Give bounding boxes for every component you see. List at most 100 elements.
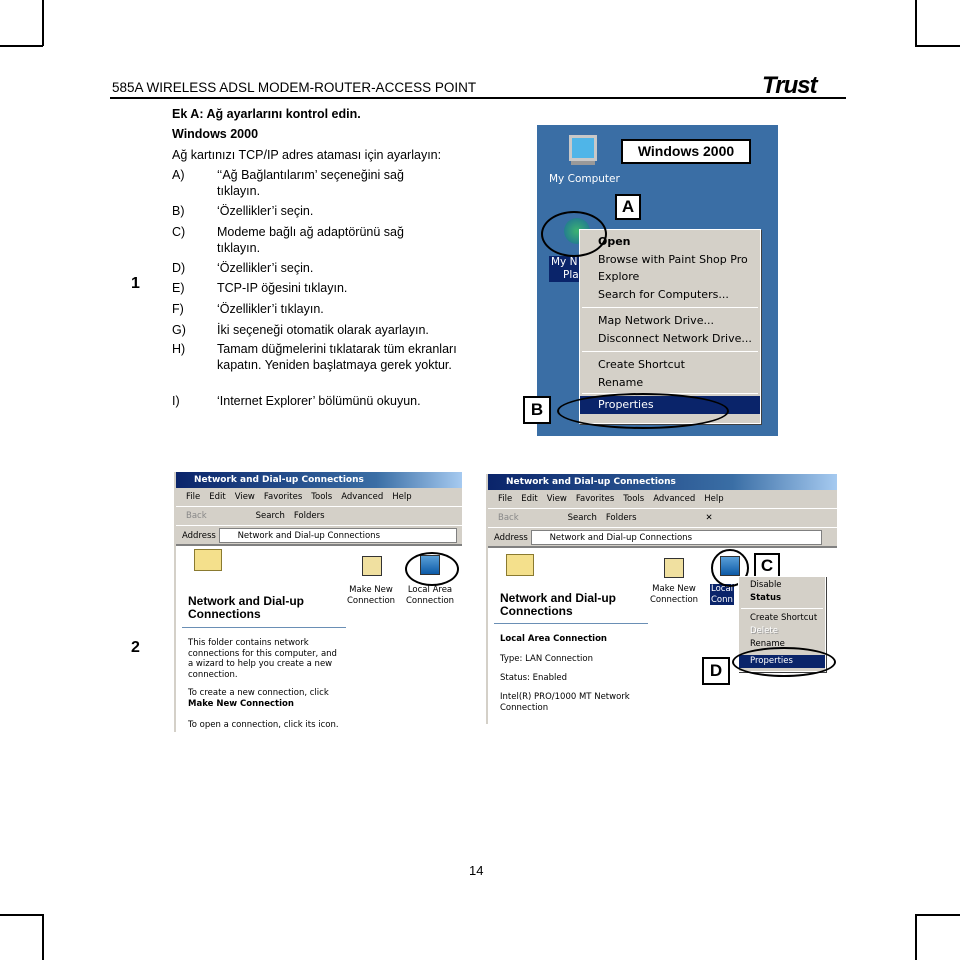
label-line: My N: [551, 256, 578, 268]
section-heading: Ek A: Ağ ayarlarını kontrol edin.: [172, 107, 361, 121]
info-status: Status: Enabled: [500, 673, 567, 683]
explorer-window-2: Network and Dial-up Connections File Edit…: [486, 474, 837, 724]
step-label: F): [172, 302, 184, 316]
step-text: Modeme bağlı ağ adaptörünü sağ tıklayın.: [217, 225, 404, 255]
icon-label: Make New Connection: [346, 585, 396, 606]
crop-mark: [915, 0, 917, 46]
callout-b: B: [523, 396, 551, 424]
menu-item-create-shortcut[interactable]: Create Shortcut: [580, 356, 760, 374]
menu-advanced[interactable]: Advanced: [653, 494, 695, 504]
menu-item-explore[interactable]: Explore: [580, 268, 760, 286]
step-label: B): [172, 204, 185, 218]
window-title: Network and Dial-up Connections: [488, 474, 837, 490]
make-new-connection-icon[interactable]: [664, 558, 684, 578]
menu-item-disconnect-drive[interactable]: Disconnect Network Drive...: [580, 330, 760, 348]
step-text: İki seçeneği otomatik olarak ayarlayın.: [217, 323, 429, 337]
step-text: ‘‘Ağ Bağlantılarım’ seçeneğini sağ tıkla…: [217, 168, 404, 198]
make-new-connection-icon[interactable]: [362, 556, 382, 576]
menu-tools[interactable]: Tools: [623, 494, 644, 504]
toolbar: Back Search Folders ✕: [488, 509, 837, 528]
step-text: Tamam düğmelerini tıklatarak tüm ekranla…: [217, 342, 457, 372]
menu-file[interactable]: File: [498, 494, 512, 504]
crop-mark: [42, 0, 44, 46]
section-number: 1: [131, 275, 140, 292]
label-line: Conn: [711, 594, 733, 605]
menu-item-create-shortcut[interactable]: Create Shortcut: [739, 612, 825, 625]
step-text: ‘Özellikler’i seçin.: [217, 261, 314, 275]
toolbar: Back Search Folders: [176, 507, 462, 526]
menu-file[interactable]: File: [186, 492, 200, 502]
callout-d: D: [702, 657, 730, 685]
menu-item-delete: Delete: [750, 626, 778, 636]
menu-view[interactable]: View: [235, 492, 255, 502]
menu-item-browse[interactable]: Browse with Paint Shop Pro: [580, 251, 760, 269]
menu-favorites[interactable]: Favorites: [576, 494, 614, 504]
menu-edit[interactable]: Edit: [521, 494, 537, 504]
info-type: Type: LAN Connection: [500, 654, 593, 664]
crop-mark: [915, 45, 960, 47]
trust-logo: Trust: [762, 72, 818, 99]
callout-a: A: [615, 194, 641, 220]
step-text: TCP-IP öğesini tıklayın.: [217, 281, 348, 295]
crop-mark: [0, 914, 43, 916]
my-network-places-label[interactable]: My N Pla: [549, 256, 581, 282]
step-label: D): [172, 261, 186, 275]
header-rule: [110, 97, 846, 99]
menu-help[interactable]: Help: [392, 492, 411, 502]
menu-item-map-drive[interactable]: Map Network Drive...: [580, 312, 760, 330]
text: To create a new connection, click: [188, 688, 329, 698]
folder-icon: [506, 554, 534, 576]
folders-button[interactable]: Folders: [606, 513, 637, 523]
search-button[interactable]: Search: [256, 511, 285, 521]
delete-icon[interactable]: ✕: [706, 513, 713, 523]
icon-label: Make New Connection: [649, 584, 699, 605]
menu-item-rename[interactable]: Rename: [580, 374, 760, 392]
make-new-connection-link[interactable]: Make New Connection: [188, 699, 294, 709]
my-computer-label[interactable]: My Computer: [549, 173, 620, 185]
panel-heading: Network and Dial-up Connections: [500, 591, 617, 618]
my-computer-icon: [569, 135, 597, 161]
crop-mark: [42, 914, 44, 960]
divider: [494, 623, 648, 624]
crop-mark: [0, 45, 43, 47]
back-button[interactable]: Back: [498, 513, 519, 523]
address-label: Address: [494, 533, 528, 543]
document-header: 585A WIRELESS ADSL MODEM-ROUTER-ACCESS P…: [112, 80, 477, 95]
menu-help[interactable]: Help: [704, 494, 723, 504]
windows-2000-badge: Windows 2000: [621, 139, 751, 164]
menu-item-status[interactable]: Status: [739, 592, 825, 605]
menu-edit[interactable]: Edit: [209, 492, 225, 502]
crop-mark: [915, 914, 960, 916]
step-text: ‘Özellikler’i seçin.: [217, 204, 314, 218]
selected-icon-label[interactable]: Local Conn: [710, 584, 735, 605]
panel-text: To open a connection, click its icon.: [188, 720, 339, 730]
menu-separator: [741, 608, 823, 609]
menu-item-search-computers[interactable]: Search for Computers...: [580, 286, 760, 304]
step-label: C): [172, 225, 186, 239]
search-button[interactable]: Search: [568, 513, 597, 523]
menu-item-disable[interactable]: Disable: [739, 579, 825, 592]
panel-text: To create a new connection, click Make Ne…: [188, 688, 338, 709]
back-button[interactable]: Back: [186, 511, 207, 521]
info-title: Local Area Connection: [500, 634, 607, 644]
folders-button[interactable]: Folders: [294, 511, 325, 521]
label-line: Pla: [563, 269, 579, 281]
panel-heading: Network and Dial-up Connections: [188, 594, 305, 621]
highlight-oval: [541, 211, 607, 257]
menu-view[interactable]: View: [547, 494, 567, 504]
folder-icon: [194, 549, 222, 571]
highlight-oval: [732, 647, 836, 677]
menu-advanced[interactable]: Advanced: [341, 492, 383, 502]
menu-tools[interactable]: Tools: [311, 492, 332, 502]
crop-mark: [915, 914, 917, 960]
address-input[interactable]: Network and Dial-up Connections: [530, 530, 823, 545]
address-bar: Address Network and Dial-up Connections: [176, 526, 462, 546]
window-title: Network and Dial-up Connections: [176, 472, 462, 488]
menu-favorites[interactable]: Favorites: [264, 492, 302, 502]
highlight-oval: [405, 552, 459, 586]
step-label: I): [172, 394, 180, 408]
menu-item-open[interactable]: Open: [580, 233, 760, 251]
step-label: H): [172, 342, 186, 356]
address-input[interactable]: Network and Dial-up Connections: [218, 528, 457, 543]
step-label: G): [172, 323, 186, 337]
